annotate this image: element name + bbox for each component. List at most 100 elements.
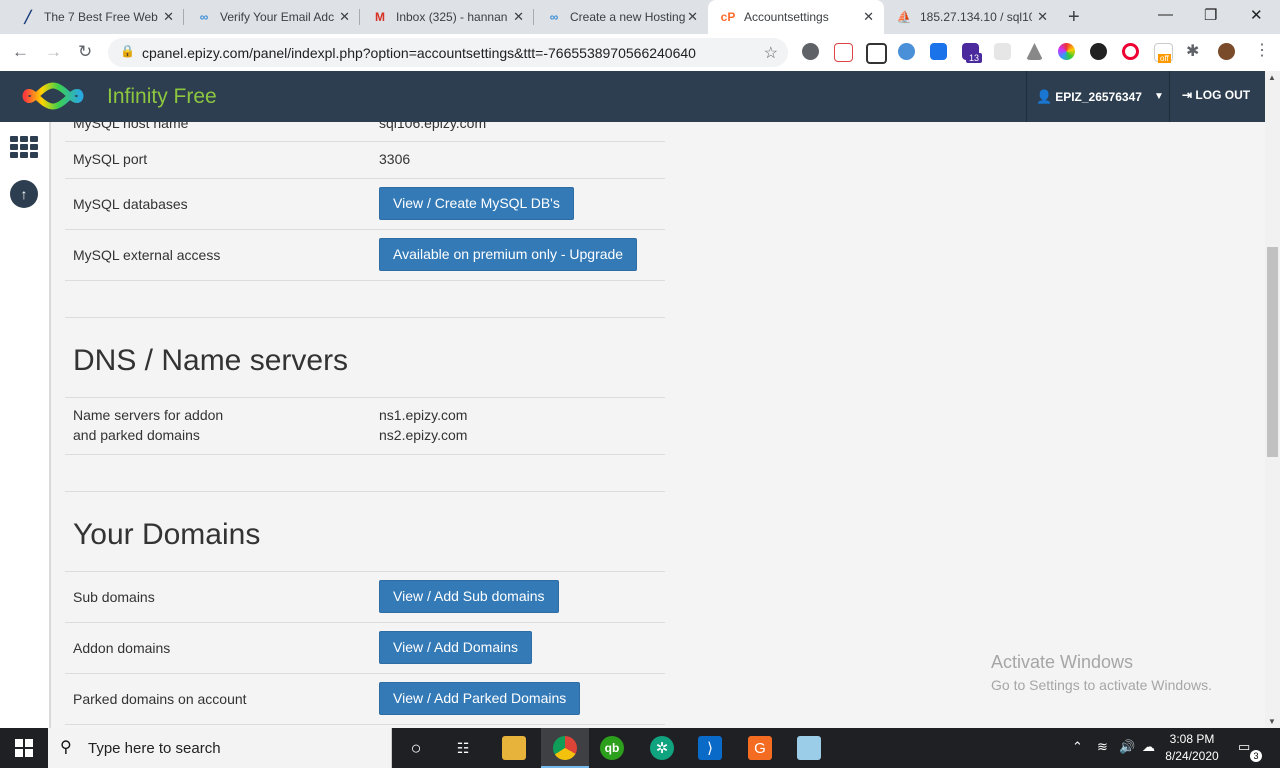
cortana-icon[interactable]: ○ <box>404 736 428 760</box>
view-add-domains-button[interactable]: View / Add Domains <box>379 631 533 664</box>
extension-blank-icon[interactable] <box>994 43 1011 60</box>
close-tab-icon[interactable]: ✕ <box>687 9 698 25</box>
view-add-parked-domains-button[interactable]: View / Add Parked Domains <box>379 682 581 715</box>
infinity-icon: ∞ <box>199 10 209 24</box>
addon-domains-row: Addon domains View / Add Domains <box>65 623 665 674</box>
extension-screenshot-icon[interactable] <box>866 43 887 64</box>
close-tab-icon[interactable]: ✕ <box>863 9 874 25</box>
back-icon[interactable]: ← <box>12 42 29 62</box>
mysql-port-label: MySQL port <box>73 151 148 167</box>
dns-section-title: DNS / Name servers <box>73 344 349 377</box>
browser-tab[interactable]: M Inbox (325) - hannan ✕ <box>360 0 534 34</box>
menu-dots-icon[interactable]: ⋮ <box>1254 40 1270 60</box>
extension-circle-icon[interactable] <box>898 43 915 60</box>
task-view-icon[interactable]: ☷ <box>451 736 475 760</box>
tab-title: Create a new Hosting <box>570 10 686 24</box>
new-tab-button[interactable]: + <box>1068 6 1080 29</box>
mysql-port-row: MySQL port 3306 <box>65 141 665 179</box>
close-tab-icon[interactable]: ✕ <box>513 9 524 25</box>
close-window-icon[interactable]: ✕ <box>1250 6 1263 24</box>
wifi-icon[interactable]: ≋ <box>1097 739 1108 755</box>
extension-dark-icon[interactable] <box>1090 43 1107 60</box>
drive-icon[interactable] <box>1026 43 1043 60</box>
color-wheel-icon[interactable] <box>1058 43 1075 60</box>
reload-icon[interactable]: ↻ <box>78 42 92 62</box>
browser-tab[interactable]: ∞ Create a new Hosting ✕ <box>534 0 708 34</box>
mysql-external-label: MySQL external access <box>73 247 221 263</box>
parked-domains-label: Parked domains on account <box>73 691 247 707</box>
tray-chevron-icon[interactable]: ⌃ <box>1072 739 1083 755</box>
cloud-sync-icon[interactable]: ☁ <box>1142 739 1155 755</box>
restore-icon[interactable]: ❐ <box>1204 6 1217 24</box>
tab-title: 185.27.134.10 / sql10 <box>920 10 1032 24</box>
search-icon: ⚲ <box>60 739 72 756</box>
site-logo-text[interactable]: Infinity Free <box>107 85 217 109</box>
chart-icon: ╱ <box>24 10 32 24</box>
cpanel-icon: cP <box>720 10 736 24</box>
mysql-port-value: 3306 <box>379 151 411 167</box>
windows-logo-icon <box>15 739 33 757</box>
extensions-puzzle-icon[interactable]: ✱ <box>1186 41 1199 61</box>
view-add-sub-domains-button[interactable]: View / Add Sub domains <box>379 580 559 613</box>
browser-tab[interactable]: ⛵ 185.27.134.10 / sql10 ✕ <box>884 0 1058 34</box>
caret-down-icon: ▼ <box>1153 91 1164 102</box>
forward-icon[interactable]: → <box>45 42 62 62</box>
bookmark-star-icon[interactable]: ☆ <box>764 43 778 63</box>
browser-tab[interactable]: ╱ The 7 Best Free Web ✕ <box>8 0 184 34</box>
user-icon: 👤 <box>1036 88 1053 104</box>
upload-icon[interactable]: ↑ <box>10 180 38 208</box>
close-tab-icon[interactable]: ✕ <box>1037 9 1048 25</box>
vscode-icon[interactable]: ⟩ <box>698 736 722 760</box>
minimize-icon[interactable]: — <box>1158 6 1173 23</box>
profile-avatar[interactable] <box>1218 43 1235 60</box>
chatgpt-icon[interactable]: ✲ <box>650 736 674 760</box>
logout-button[interactable]: ⇥ LOG OUT <box>1182 88 1250 102</box>
main-content: MySQL host name sql106.epizy.com MySQL p… <box>51 122 1265 728</box>
sub-domains-row: Sub domains View / Add Sub domains <box>65 572 665 623</box>
pdf-app-icon[interactable]: G <box>748 736 772 760</box>
logout-label: LOG OUT <box>1195 88 1251 102</box>
scrollbar-thumb[interactable] <box>1267 247 1278 457</box>
scroll-down-icon[interactable]: ▼ <box>1268 717 1276 726</box>
upgrade-premium-button[interactable]: Available on premium only - Upgrade <box>379 238 638 271</box>
parked-domains-row: Parked domains on account View / Add Par… <box>65 674 665 725</box>
page-scrollbar[interactable]: ▲ ▼ <box>1265 71 1280 728</box>
scroll-up-icon[interactable]: ▲ <box>1268 73 1276 82</box>
close-tab-icon[interactable]: ✕ <box>339 9 350 25</box>
browser-tab[interactable]: ∞ Verify Your Email Adc ✕ <box>184 0 360 34</box>
taskbar-clock[interactable]: 3:08 PM 8/24/2020 <box>1158 731 1226 765</box>
clock-date: 8/24/2020 <box>1165 749 1219 763</box>
taskbar-search-box[interactable]: ⚲ Type here to search <box>48 728 392 768</box>
addon-domains-label: Addon domains <box>73 640 171 656</box>
mysql-databases-label: MySQL databases <box>73 196 188 212</box>
extension-ring-icon[interactable] <box>1122 43 1139 60</box>
user-menu[interactable]: 👤 EPIZ_26576347 ▼ <box>1026 71 1170 122</box>
close-tab-icon[interactable]: ✕ <box>163 9 174 25</box>
chrome-icon[interactable] <box>553 736 577 760</box>
tab-title: Accountsettings <box>744 10 829 24</box>
extension-gear-icon[interactable] <box>802 43 819 60</box>
name-servers-row: Name servers for addon and parked domain… <box>65 398 665 455</box>
browser-tab-active[interactable]: cP Accountsettings ✕ <box>708 0 884 34</box>
app-window-icon[interactable] <box>797 736 821 760</box>
windows-start-button[interactable] <box>0 728 48 768</box>
notification-center-icon[interactable]: ▭ <box>1238 739 1250 755</box>
name-servers-label-line1: Name servers for addon <box>73 407 224 423</box>
quickbooks-icon[interactable]: qb <box>600 736 624 760</box>
clock-time: 3:08 PM <box>1169 732 1215 746</box>
extension-badge-count: 13 <box>966 53 983 63</box>
mysql-host-row: MySQL host name sql106.epizy.com <box>65 122 665 142</box>
extension-bucket-icon[interactable] <box>930 43 947 60</box>
apps-grid-icon[interactable] <box>10 136 38 158</box>
lock-icon: 🔒 <box>120 44 135 58</box>
extension-calendar-icon[interactable] <box>834 43 853 62</box>
view-create-mysql-db-button[interactable]: View / Create MySQL DB's <box>379 187 574 220</box>
volume-icon[interactable]: 🔊 <box>1119 739 1135 755</box>
windows-taskbar: ⚲ Type here to search ○ ☷ qb ✲ ⟩ G ⌃ ≋ 🔊… <box>0 728 1280 768</box>
address-bar[interactable]: 🔒 cpanel.epizy.com/panel/indexpl.php?opt… <box>108 38 788 67</box>
notification-count-badge: 3 <box>1250 750 1262 762</box>
browser-tab-strip: ╱ The 7 Best Free Web ✕ ∞ Verify Your Em… <box>0 0 1280 34</box>
file-explorer-icon[interactable] <box>502 736 526 760</box>
url-text: cpanel.epizy.com/panel/indexpl.php?optio… <box>142 45 696 61</box>
mysql-host-label: MySQL host name <box>73 122 189 131</box>
